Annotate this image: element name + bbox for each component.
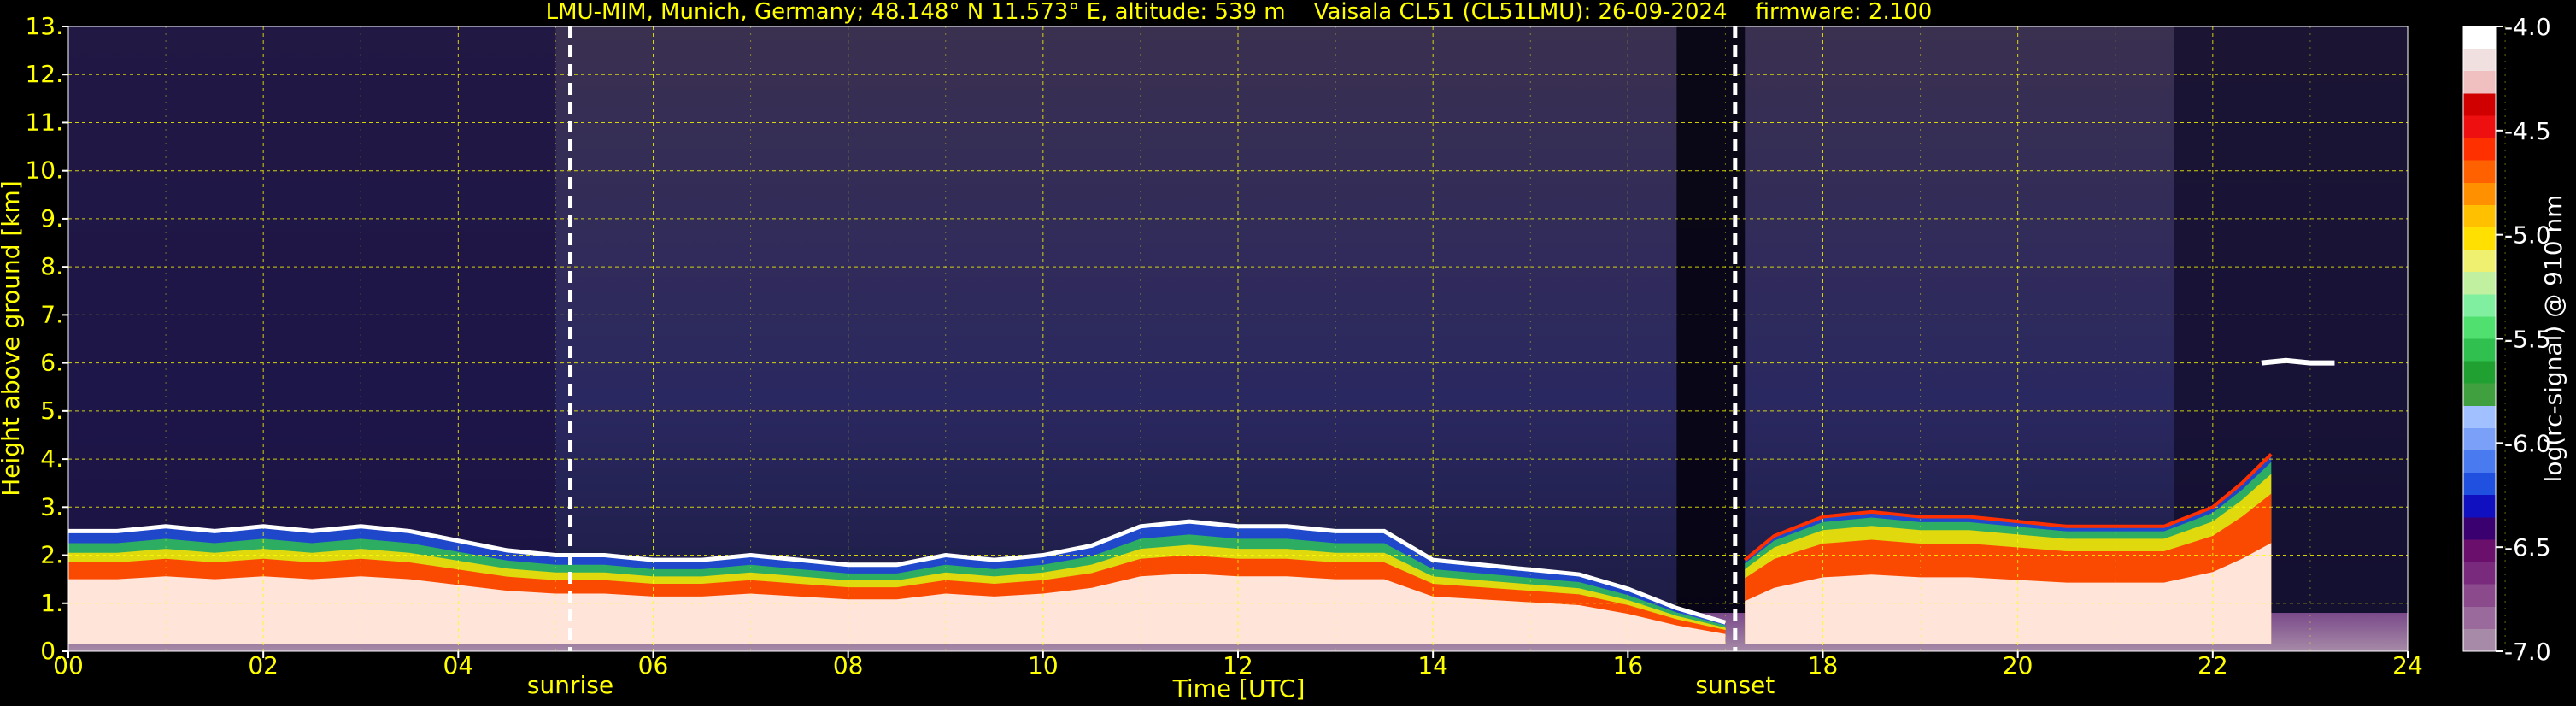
- x-tick-label: 04: [443, 651, 474, 680]
- y-tick-label: 9.: [40, 204, 63, 232]
- x-tick-label: 22: [2198, 651, 2228, 680]
- x-tick-label: 06: [638, 651, 669, 680]
- chart-title: LMU-MIM, Munich, Germany; 48.148° N 11.5…: [546, 0, 1933, 25]
- colorbar: -4.0-4.5-5.0-5.5-6.0-6.5-7.0: [2462, 13, 2551, 666]
- cloud-layer-line: [2261, 357, 2335, 366]
- colorbar-tick-label: -6.5: [2504, 533, 2551, 562]
- colorbar-label: log(rc-signal) @ 910 nm: [2539, 195, 2567, 483]
- y-tick-label: 8.: [40, 252, 63, 280]
- colorbar-scale: [2462, 26, 2497, 652]
- y-tick-label: 12.: [25, 60, 63, 88]
- x-tick-label: 24: [2392, 651, 2423, 680]
- plot-area: sunrise sunset: [67, 26, 2506, 699]
- colorbar-tick-label: -7.0: [2504, 638, 2551, 666]
- y-tick-label: 6.: [40, 349, 63, 377]
- x-tick-label: 18: [1808, 651, 1839, 680]
- y-tick-label: 3.: [40, 492, 63, 521]
- y-tick-label: 4.: [40, 444, 63, 473]
- y-axis: 0. 1. 2. 3. 4. 5. 6. 7. 8. 9. 10. 11. 12. 13.: [25, 12, 68, 665]
- sun-marker-label: sunset: [1695, 671, 1775, 699]
- y-tick-label: 10.: [25, 156, 63, 185]
- colorbar-tick-label: -4.5: [2504, 117, 2551, 145]
- y-tick-label: 11.: [25, 108, 63, 136]
- ceilometer-chart: LMU-MIM, Munich, Germany; 48.148° N 11.5…: [0, 0, 2567, 703]
- y-tick-label: 5.: [40, 397, 63, 425]
- x-tick-label: 08: [833, 651, 864, 680]
- y-tick-label: 7.: [40, 300, 63, 328]
- y-tick-label: 2.: [40, 541, 63, 569]
- y-tick-label: 0.: [40, 637, 63, 665]
- x-tick-label: 10: [1028, 651, 1059, 680]
- colorbar-tick-label: -4.0: [2504, 13, 2551, 41]
- x-tick-label: 02: [248, 651, 279, 680]
- y-tick-label: 1.: [40, 589, 63, 617]
- x-axis-label: Time [UTC]: [1172, 674, 1306, 703]
- x-tick-label: 14: [1417, 651, 1448, 680]
- sun-marker-label: sunrise: [527, 671, 613, 699]
- y-tick-label: 13.: [25, 12, 63, 40]
- x-tick-label: 20: [2003, 651, 2033, 680]
- x-tick-label: 16: [1613, 651, 1644, 680]
- y-axis-label: Height above ground [km]: [0, 180, 25, 497]
